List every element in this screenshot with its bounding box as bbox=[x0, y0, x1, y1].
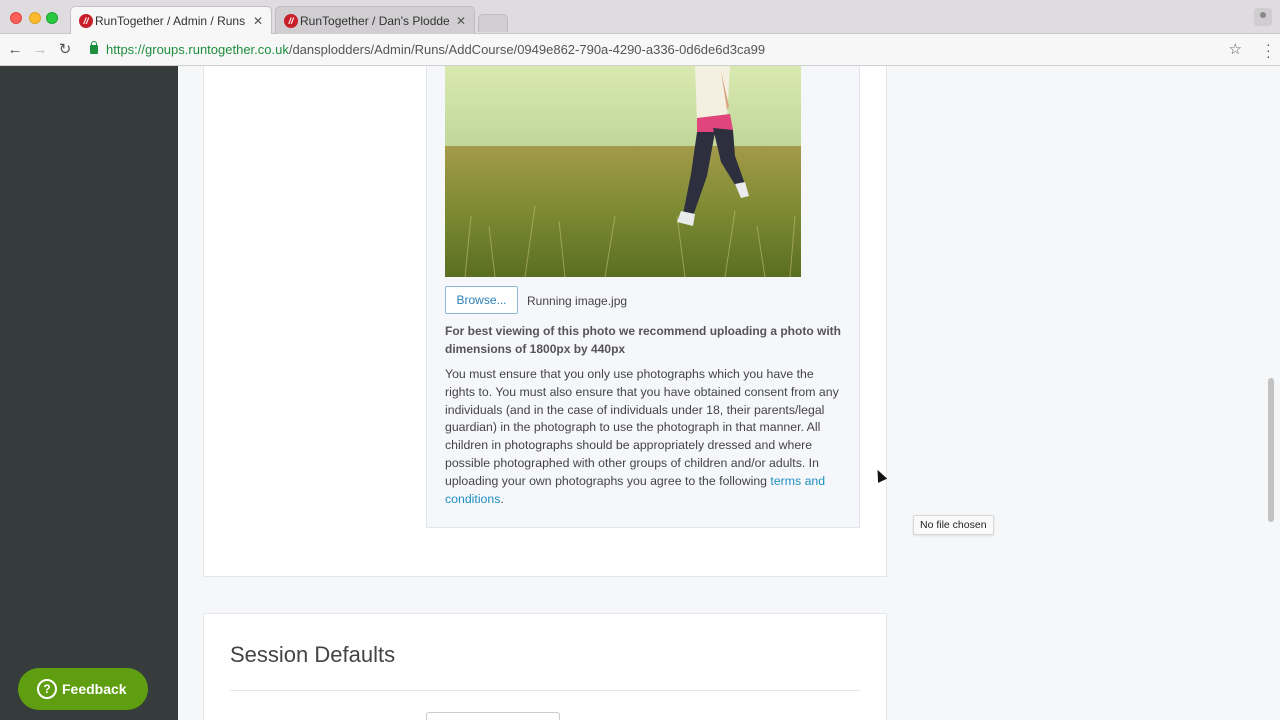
maximize-window-button[interactable] bbox=[46, 12, 58, 24]
browse-button[interactable]: Browse... bbox=[445, 286, 518, 314]
tab-close-icon[interactable]: ✕ bbox=[253, 7, 263, 34]
back-arrow-icon[interactable]: ← bbox=[6, 41, 24, 59]
sidebar bbox=[0, 66, 178, 720]
browser-toolbar: ← → ↻ https://groups.runtogether.co.uk/d… bbox=[0, 34, 1280, 66]
minimize-window-button[interactable] bbox=[29, 12, 41, 24]
consent-end: . bbox=[500, 491, 504, 506]
photo-upload-card: Browse... Running image.jpg For best vie… bbox=[203, 66, 887, 577]
browser-tab-plodders[interactable]: // RunTogether / Dan's Plodders ✕ bbox=[275, 6, 475, 34]
close-window-button[interactable] bbox=[10, 12, 22, 24]
consent-body: You must ensure that you only use photog… bbox=[445, 367, 839, 488]
forward-arrow-icon[interactable]: → bbox=[31, 41, 49, 59]
runtogether-favicon-icon: // bbox=[79, 14, 93, 28]
section-divider bbox=[230, 690, 860, 691]
feedback-button[interactable]: ? Feedback bbox=[18, 668, 148, 710]
url-host: https://groups.runtogether.co.uk bbox=[106, 42, 289, 57]
browser-tab-admin[interactable]: // RunTogether / Admin / Runs / ✕ bbox=[70, 6, 272, 34]
running-photo-preview bbox=[445, 66, 801, 277]
lock-icon bbox=[90, 41, 98, 54]
browser-tab-strip: // RunTogether / Admin / Runs / ✕ // Run… bbox=[0, 0, 1280, 34]
url-path: /dansplodders/Admin/Runs/AddCourse/0949e… bbox=[288, 42, 766, 57]
page-scrollbar[interactable] bbox=[1268, 378, 1274, 522]
browser-menu-icon[interactable]: · · · bbox=[1266, 37, 1271, 63]
photo-consent-text: You must ensure that you only use photog… bbox=[445, 366, 845, 508]
section-title: Session Defaults bbox=[230, 642, 396, 667]
feedback-label: Feedback bbox=[62, 681, 127, 697]
page-content: Browse... Running image.jpg For best vie… bbox=[0, 66, 1280, 720]
profile-icon[interactable] bbox=[1254, 8, 1272, 26]
tab-title: RunTogether / Dan's Plodders bbox=[300, 14, 450, 28]
runtogether-favicon-icon: // bbox=[284, 14, 298, 28]
bookmark-star-icon[interactable]: ☆ bbox=[1229, 38, 1242, 62]
photo-size-hint: For best viewing of this photo we recomm… bbox=[445, 324, 841, 356]
reload-icon[interactable]: ↻ bbox=[56, 41, 74, 59]
session-default-field[interactable] bbox=[426, 712, 560, 720]
session-defaults-card: Session Defaults bbox=[203, 613, 887, 720]
tab-title: RunTogether / Admin / Runs / bbox=[95, 14, 245, 28]
address-bar[interactable]: https://groups.runtogether.co.uk/dansplo… bbox=[82, 38, 1252, 62]
selected-file-name: Running image.jpg bbox=[527, 294, 628, 308]
tab-close-icon[interactable]: ✕ bbox=[456, 7, 466, 34]
photo-upload-panel: Browse... Running image.jpg For best vie… bbox=[426, 66, 860, 528]
new-tab-button[interactable] bbox=[478, 14, 508, 32]
file-input-tooltip: No file chosen bbox=[913, 515, 994, 535]
help-icon: ? bbox=[37, 679, 57, 699]
